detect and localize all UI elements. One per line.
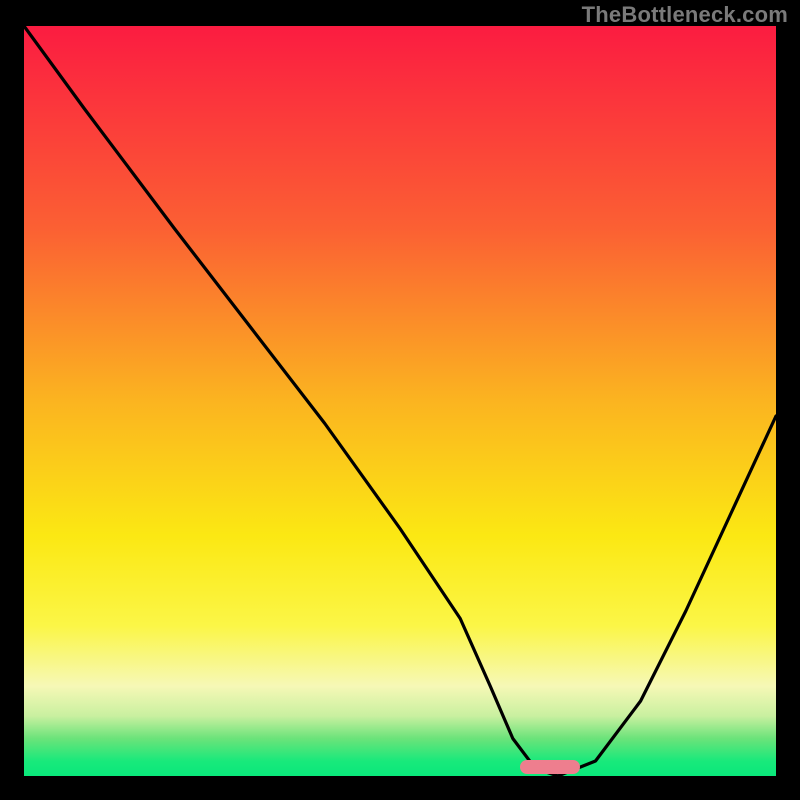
plot-area <box>24 26 776 776</box>
credit-label: TheBottleneck.com <box>582 2 788 28</box>
sweet-spot-marker <box>520 760 580 774</box>
heat-gradient <box>24 26 776 776</box>
chart-container: TheBottleneck.com <box>0 0 800 800</box>
